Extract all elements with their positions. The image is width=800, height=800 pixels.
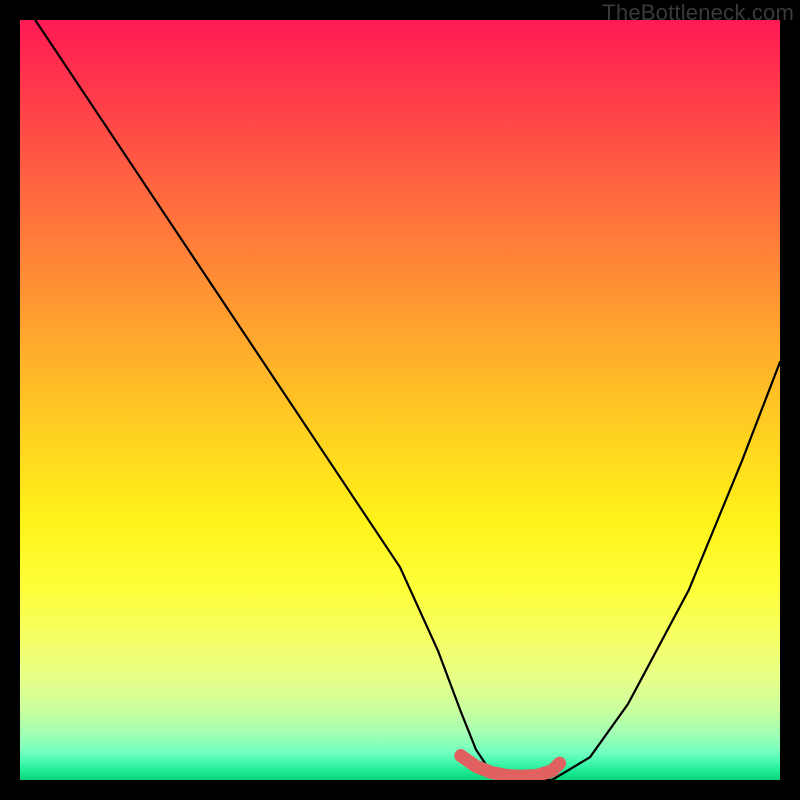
- bottleneck-curve: [35, 20, 780, 780]
- watermark-text: TheBottleneck.com: [602, 0, 794, 26]
- optimal-zone-start-dot: [454, 749, 467, 762]
- chart-frame: [20, 20, 780, 780]
- chart-svg: [20, 20, 780, 780]
- optimal-zone: [461, 756, 560, 777]
